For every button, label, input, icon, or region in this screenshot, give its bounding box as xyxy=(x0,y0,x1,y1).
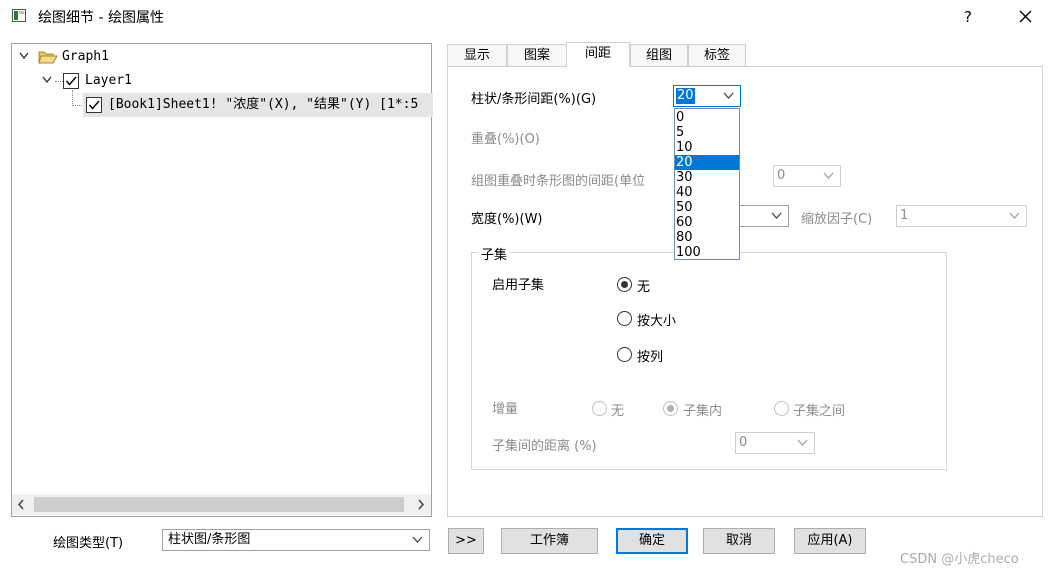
app-icon xyxy=(12,9,26,22)
plot-checkbox[interactable] xyxy=(86,97,102,113)
chevron-down-icon xyxy=(1009,212,1020,219)
workbook-button[interactable]: 工作簿 xyxy=(501,528,598,554)
gap-option[interactable]: 30 xyxy=(675,170,739,185)
gap-label: 柱状/条形间距(%)(G) xyxy=(471,92,597,107)
tree-connector xyxy=(55,81,63,82)
plot-type-combobox[interactable]: 柱状图/条形图 xyxy=(162,529,430,551)
increment-within-label[interactable]: 子集内 xyxy=(683,400,722,419)
scale-factor-combobox[interactable]: 1 xyxy=(896,205,1027,227)
subset-distance-label: 子集间的距离 (%) xyxy=(492,439,597,454)
scale-factor-value: 1 xyxy=(900,208,909,223)
enable-by-size-radio[interactable] xyxy=(617,311,632,326)
scrollbar-thumb[interactable] xyxy=(34,497,404,512)
title-bar: 绘图细节 - 绘图属性 ? xyxy=(0,0,1055,33)
subset-distance-combobox[interactable]: 0 xyxy=(735,432,815,454)
check-icon xyxy=(65,76,77,86)
close-icon xyxy=(1019,10,1032,23)
tree-connector xyxy=(72,105,82,106)
chevron-down-icon xyxy=(771,212,782,219)
tree-connector xyxy=(72,90,73,106)
chevron-down-icon xyxy=(797,439,808,446)
gap-option[interactable]: 20 xyxy=(675,155,739,170)
watermark-text: CSDN @小虎checo xyxy=(900,552,1019,567)
plot-type-value: 柱状图/条形图 xyxy=(168,532,251,547)
tab-spacing[interactable]: 间距 xyxy=(566,42,630,67)
enable-by-size-label[interactable]: 按大小 xyxy=(637,310,676,329)
enable-by-column-radio[interactable] xyxy=(617,347,632,362)
tree-item-layer[interactable]: Layer1 xyxy=(85,70,132,92)
tree-item-graph[interactable]: Graph1 xyxy=(62,46,109,68)
enable-by-column-label[interactable]: 按列 xyxy=(637,346,663,365)
tab-labels[interactable]: 标签 xyxy=(688,44,746,66)
increment-within-radio[interactable] xyxy=(663,401,678,416)
chevron-down-icon[interactable] xyxy=(19,52,29,60)
group-overlap-value: 0 xyxy=(777,168,786,183)
gap-option[interactable]: 50 xyxy=(675,200,739,215)
chevron-down-icon[interactable] xyxy=(42,76,52,84)
window-title: 绘图细节 - 绘图属性 xyxy=(38,10,164,26)
group-overlap-combobox[interactable]: 0 xyxy=(773,165,841,187)
gap-option[interactable]: 40 xyxy=(675,185,739,200)
tree-item-plot[interactable]: [Book1]Sheet1! "浓度"(X), "结果"(Y) [1*:5 xyxy=(108,94,431,116)
tab-group[interactable]: 组图 xyxy=(630,44,688,66)
expand-button[interactable]: >> xyxy=(448,528,484,554)
check-icon xyxy=(88,100,100,110)
increment-none-radio[interactable] xyxy=(592,401,607,416)
scroll-right-icon[interactable] xyxy=(417,499,425,510)
enable-none-radio[interactable] xyxy=(617,277,632,292)
scale-factor-label: 缩放因子(C) xyxy=(801,212,873,227)
increment-between-label[interactable]: 子集之间 xyxy=(793,400,845,419)
close-button[interactable] xyxy=(1012,5,1038,29)
folder-open-icon xyxy=(38,51,58,64)
enable-none-label[interactable]: 无 xyxy=(637,276,650,295)
subset-distance-value: 0 xyxy=(739,435,748,450)
gap-option[interactable]: 80 xyxy=(675,230,739,245)
gap-option[interactable]: 0 xyxy=(675,110,739,125)
gap-dropdown-list[interactable]: 0 5 10 20 30 40 50 60 80 100 xyxy=(674,108,740,260)
tab-pattern[interactable]: 图案 xyxy=(507,44,567,66)
apply-button[interactable]: 应用(A) xyxy=(794,528,866,554)
gap-option[interactable]: 60 xyxy=(675,215,739,230)
help-button[interactable]: ? xyxy=(955,6,981,28)
overlap-label: 重叠(%)(O) xyxy=(471,132,540,147)
plot-tree[interactable]: Graph1 Layer1 [Book1]Sheet1! "浓度"(X), "结… xyxy=(11,43,433,517)
width-label: 宽度(%)(W) xyxy=(471,212,543,227)
group-overlap-label: 组图重叠时条形图的间距(单位 xyxy=(471,174,646,189)
subset-title: 子集 xyxy=(478,244,511,263)
tab-display[interactable]: 显示 xyxy=(447,44,507,66)
horizontal-scrollbar[interactable] xyxy=(12,494,431,515)
increment-none-label[interactable]: 无 xyxy=(611,400,624,419)
enable-subset-label: 启用子集 xyxy=(492,278,545,293)
gap-combobox[interactable]: 20 xyxy=(673,85,741,107)
increment-label: 增量 xyxy=(492,402,519,417)
radio-dot xyxy=(667,405,674,412)
plot-type-label: 绘图类型(T) xyxy=(53,536,124,551)
chevron-down-icon xyxy=(723,92,734,99)
cancel-button[interactable]: 取消 xyxy=(703,528,775,554)
scroll-left-icon[interactable] xyxy=(17,499,25,510)
chevron-down-icon xyxy=(412,536,423,543)
radio-dot xyxy=(621,281,628,288)
gap-option[interactable]: 100 xyxy=(675,245,739,260)
ok-button[interactable]: 确定 xyxy=(616,528,688,554)
gap-option[interactable]: 5 xyxy=(675,125,739,140)
gap-value: 20 xyxy=(676,88,695,104)
layer-checkbox[interactable] xyxy=(63,73,79,89)
gap-option[interactable]: 10 xyxy=(675,140,739,155)
increment-between-radio[interactable] xyxy=(774,401,789,416)
chevron-down-icon xyxy=(823,172,834,179)
